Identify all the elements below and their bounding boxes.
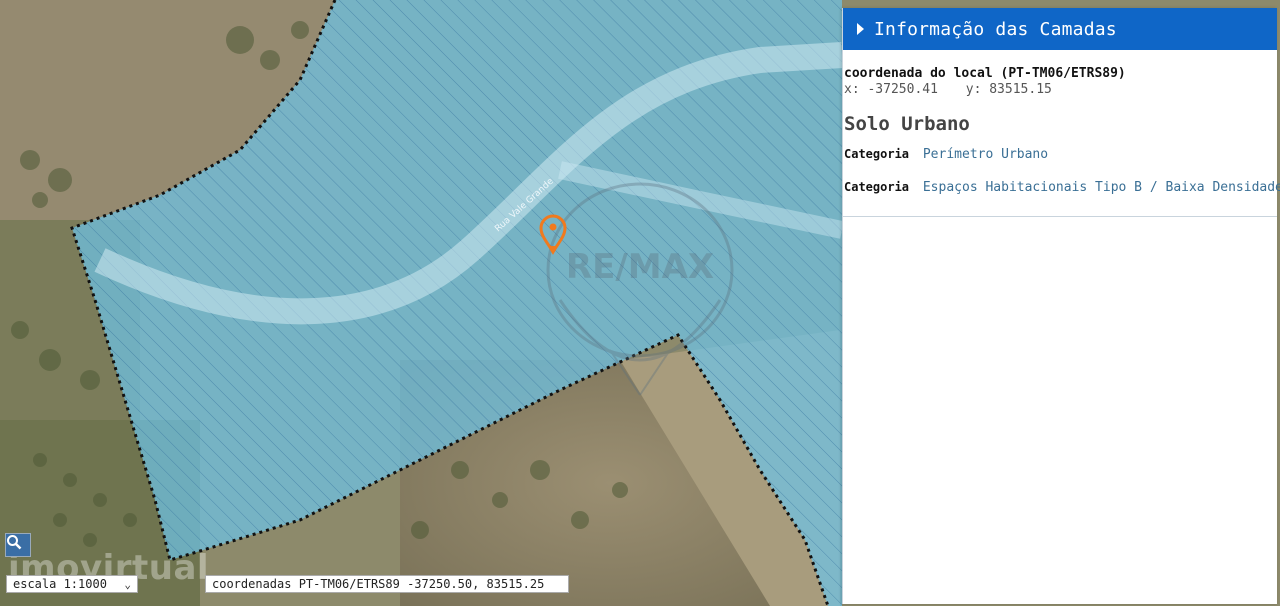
chevron-down-icon: ⌄ bbox=[124, 578, 131, 591]
coordinate-values: x: -37250.41 y: 83515.15 bbox=[843, 82, 1277, 97]
coordinates-readout: coordenadas PT-TM06/ETRS89 -37250.50, 83… bbox=[205, 575, 569, 593]
coordinate-heading: coordenada do local (PT-TM06/ETRS89) bbox=[844, 66, 1126, 81]
svg-text:RE/MAX: RE/MAX bbox=[566, 247, 714, 287]
category-value: Espaços Habitacionais Tipo B / Baixa Den… bbox=[922, 180, 1280, 195]
scale-select[interactable]: escala 1:1000 ⌄ bbox=[6, 575, 138, 593]
category-value: Perímetro Urbano bbox=[922, 147, 1049, 162]
category-row: Categoria Espaços Habitacionais Tipo B /… bbox=[843, 180, 1280, 195]
layer-info-panel: Informação das Camadas coordenada do loc… bbox=[842, 8, 1280, 604]
category-row: Categoria Perímetro Urbano bbox=[843, 147, 1277, 162]
category-label: Categoria bbox=[844, 180, 910, 194]
layer-title: Solo Urbano bbox=[844, 113, 970, 135]
scale-select-value: escala 1:1000 bbox=[13, 577, 107, 591]
coordinate-y: y: 83515.15 bbox=[965, 82, 1052, 97]
magnifier-icon bbox=[7, 535, 22, 550]
zoom-button[interactable] bbox=[5, 533, 31, 557]
panel-title: Informação das Camadas bbox=[874, 18, 1117, 40]
panel-divider bbox=[843, 216, 1277, 217]
caret-right-icon bbox=[857, 23, 864, 35]
category-label: Categoria bbox=[844, 147, 910, 161]
coordinate-x: x: -37250.41 bbox=[844, 82, 938, 97]
panel-header[interactable]: Informação das Camadas bbox=[843, 8, 1277, 50]
